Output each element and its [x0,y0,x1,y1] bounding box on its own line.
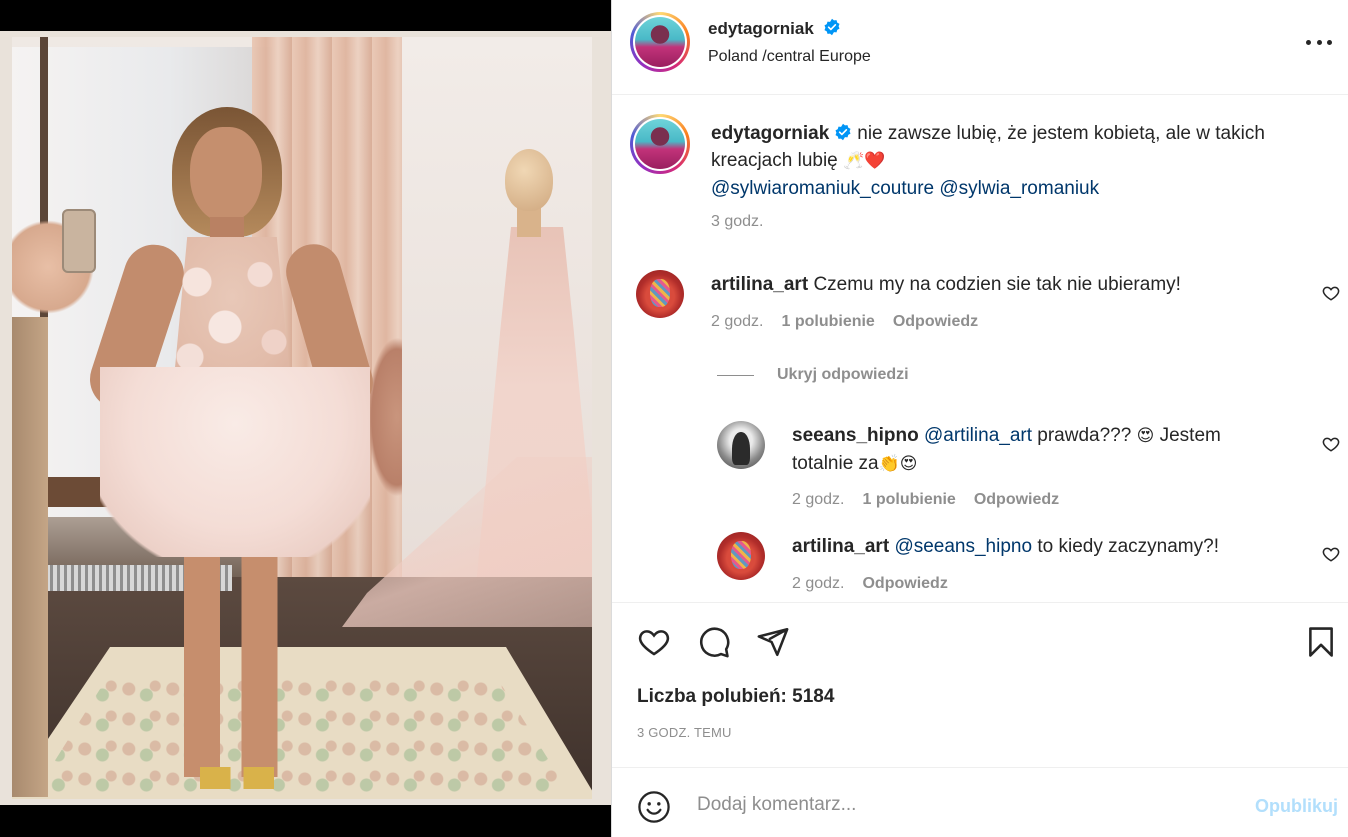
reply-emoji: 😍 [1136,426,1155,446]
verified-badge-icon [824,18,840,36]
coat [12,317,48,797]
reply-avatar[interactable] [717,532,765,580]
hide-replies-button[interactable]: Ukryj odpowiedzi [777,366,909,384]
reply-text: prawda??? [1037,425,1132,446]
replies-divider [717,375,754,376]
caption-mention-romaniuk[interactable]: @sylwia_romaniuk [939,178,1099,199]
comment-username[interactable]: artilina_art [711,274,808,295]
reply-mention[interactable]: @seeans_hipno [894,536,1032,557]
like-icon[interactable] [636,625,672,659]
mannequin-neck [517,207,541,237]
reply-text: to kiedy zaczynamy?! [1037,536,1219,557]
reply-time[interactable]: 2 godz. [792,575,844,593]
reply-emojis-2: 👏😍 [878,454,918,474]
reply-reply-button[interactable]: Odpowiedz [862,575,947,593]
reply-like-icon[interactable] [1322,545,1340,563]
person-face [190,127,262,222]
caption-username[interactable]: edytagorniak [711,123,829,144]
comment-time[interactable]: 2 godz. [711,313,763,331]
caption-avatar[interactable] [630,114,690,174]
likes-count[interactable]: Liczba polubień: 5184 [637,686,834,708]
emoji-icon[interactable] [637,790,671,824]
post-header: edytagorniak Poland /central Europe [612,0,1348,95]
dress-flowers [162,237,302,387]
phone [62,209,96,273]
share-icon[interactable] [756,625,790,659]
caption-text: nie zawsze lubię, że jestem kobietą, ale… [857,123,1265,144]
reply-time[interactable]: 2 godz. [792,491,844,509]
post-actions [612,602,1348,767]
mannequin-head [505,149,553,211]
comment-avatar[interactable] [636,270,684,318]
comment-reply-button[interactable]: Odpowiedz [893,313,978,331]
caption-text-line2: kreacjach lubię [711,150,838,171]
person-legs [172,537,292,777]
comment-icon[interactable] [697,625,731,659]
reply-username[interactable]: artilina_art [792,536,889,557]
verified-badge-icon [835,123,851,141]
reply-likes[interactable]: 1 polubienie [862,491,955,509]
reply-reply-button[interactable]: Odpowiedz [974,491,1059,509]
reply-like-icon[interactable] [1322,435,1340,453]
save-icon[interactable] [1306,625,1336,659]
reply-meta: 2 godz. Odpowiedz [792,575,948,593]
dress-skirt [100,367,370,557]
author-avatar[interactable] [630,12,690,72]
person-shoes [197,767,277,789]
comment-likes[interactable]: 1 polubienie [781,313,874,331]
comment-input[interactable] [697,791,1217,819]
caption: edytagorniak nie zawsze lubię, że jestem… [711,120,1331,202]
comment-like-icon[interactable] [1322,284,1340,302]
reply-avatar[interactable] [717,421,765,469]
post-sidebar: edytagorniak Poland /central Europe edyt… [611,0,1348,837]
comment-text: Czemu my na codzien sie tak nie ubieramy… [813,274,1181,295]
more-options-icon[interactable] [1306,30,1332,54]
instagram-post: edytagorniak Poland /central Europe edyt… [0,0,1348,837]
reply-username[interactable]: seeans_hipno [792,425,919,446]
reply-meta: 2 godz. 1 polubienie Odpowiedz [792,491,1059,509]
rug-pattern [32,677,572,797]
caption-mention-couture[interactable]: @sylwiaromaniuk_couture [711,178,934,199]
post-photo [12,37,592,799]
reply: seeans_hipno @artilina_art prawda??? 😍 J… [792,422,1302,478]
comments-list[interactable]: edytagorniak nie zawsze lubię, że jestem… [612,96,1348,601]
add-comment-bar: Opublikuj [612,767,1348,837]
caption-meta: 3 godz. [711,213,763,231]
caption-emojis: 🥂❤️ [843,151,886,171]
reply-mention[interactable]: @artilina_art [924,425,1032,446]
post-media[interactable] [0,0,611,837]
comment-meta: 2 godz. 1 polubienie Odpowiedz [711,313,978,331]
photo-frame [0,31,611,805]
reply: artilina_art @seeans_hipno to kiedy zacz… [792,533,1302,560]
comment: artilina_art Czemu my na codzien sie tak… [711,271,1311,298]
reply-text-2: Jestem [1159,425,1221,446]
caption-time[interactable]: 3 godz. [711,213,763,231]
author-location[interactable]: Poland /central Europe [708,48,871,66]
publish-button[interactable]: Opublikuj [1255,796,1338,817]
post-time[interactable]: 3 GODZ. TEMU [637,725,732,740]
author-username[interactable]: edytagorniak [708,19,814,38]
reply-text-line2: totalnie za [792,453,879,474]
